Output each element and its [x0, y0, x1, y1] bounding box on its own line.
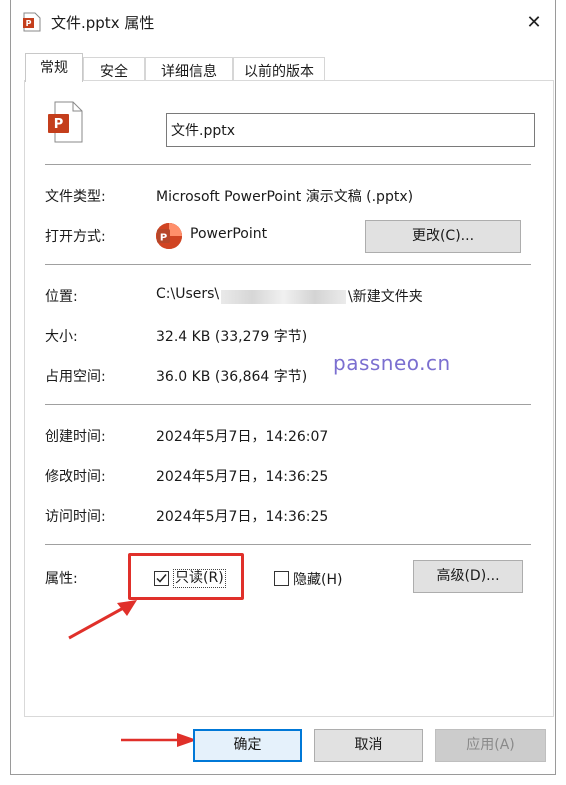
pptx-file-icon: P: [48, 101, 83, 143]
checkmark-icon: [156, 574, 167, 583]
divider: [45, 404, 531, 405]
accessed-value: 2024年5月7日，14:36:25: [156, 509, 329, 525]
divider: [45, 164, 531, 165]
size-on-disk-value: 36.0 KB (36,864 字节): [156, 369, 308, 385]
annotation-arrow-icon: [68, 600, 137, 640]
created-value: 2024年5月7日，14:26:07: [156, 429, 329, 445]
ok-button[interactable]: 确定: [193, 729, 302, 762]
svg-text:P: P: [160, 233, 167, 244]
divider: [45, 264, 531, 265]
advanced-button[interactable]: 高级(D)...: [413, 560, 523, 593]
svg-text:P: P: [26, 19, 32, 28]
close-icon: ✕: [526, 11, 542, 33]
annotation-arrow-icon: [121, 733, 197, 747]
readonly-checkbox[interactable]: [154, 571, 169, 586]
file-type-value: Microsoft PowerPoint 演示文稿 (.pptx): [156, 189, 414, 205]
tab-previous-versions[interactable]: 以前的版本: [233, 57, 325, 82]
powerpoint-icon: P: [156, 223, 182, 249]
watermark: passneo.cn: [333, 351, 451, 375]
size-label: 大小:: [45, 329, 78, 345]
tab-label: 安全: [100, 64, 128, 80]
title-bar: P 文件.pptx 属性 ✕: [11, 0, 557, 44]
file-name-input[interactable]: [166, 113, 535, 147]
divider: [45, 544, 531, 545]
powerpoint-file-icon: P: [23, 12, 41, 32]
tab-label: 详细信息: [161, 64, 217, 80]
tab-security[interactable]: 安全: [83, 57, 145, 82]
opens-with-label: 打开方式:: [45, 229, 106, 245]
general-panel: P 文件类型: Microsoft PowerPoint 演示文稿 (.pptx…: [24, 80, 554, 717]
size-value: 32.4 KB (33,279 字节): [156, 329, 308, 345]
hidden-label[interactable]: 隐藏(H): [293, 569, 342, 589]
window-title: 文件.pptx 属性: [51, 14, 155, 32]
powerpoint-app-icon: P: [156, 223, 182, 249]
tab-general[interactable]: 常规: [25, 53, 83, 82]
location-value-start: C:\Users\: [156, 286, 220, 302]
change-button[interactable]: 更改(C)...: [365, 220, 521, 253]
readonly-label[interactable]: 只读(R): [173, 569, 226, 588]
redacted-path: [221, 290, 346, 304]
size-on-disk-label: 占用空间:: [45, 369, 106, 385]
location-label: 位置:: [45, 289, 78, 305]
properties-dialog: P 文件.pptx 属性 ✕ 常规 安全 详细信息 以前的版本 P 文件类型: …: [10, 0, 556, 775]
tab-details[interactable]: 详细信息: [145, 57, 233, 82]
accessed-label: 访问时间:: [45, 509, 106, 525]
tab-label: 以前的版本: [244, 64, 314, 80]
created-label: 创建时间:: [45, 429, 106, 445]
svg-text:P: P: [54, 117, 64, 132]
modified-label: 修改时间:: [45, 469, 106, 485]
opens-with-value: PowerPoint: [190, 226, 268, 242]
close-button[interactable]: ✕: [511, 0, 557, 44]
modified-value: 2024年5月7日，14:36:25: [156, 469, 329, 485]
tab-label: 常规: [40, 60, 68, 76]
attributes-label: 属性:: [45, 571, 78, 587]
location-value-end: \新建文件夹: [348, 289, 423, 305]
apply-button[interactable]: 应用(A): [435, 729, 546, 762]
hidden-checkbox[interactable]: [274, 571, 289, 586]
file-type-label: 文件类型:: [45, 189, 106, 205]
cancel-button[interactable]: 取消: [314, 729, 423, 762]
